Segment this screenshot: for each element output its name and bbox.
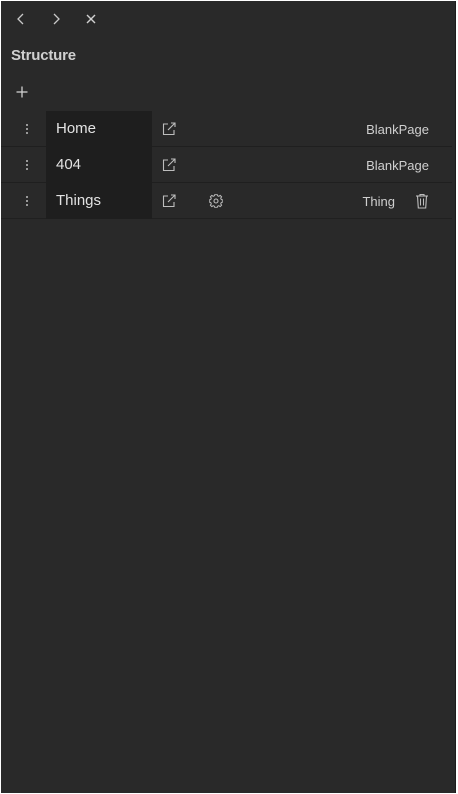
panel-title: Structure <box>11 47 76 64</box>
add-item-button[interactable] <box>11 81 33 103</box>
panel-toolbar <box>9 7 114 31</box>
item-name: 404 <box>56 156 82 173</box>
chevron-left-icon <box>17 13 24 25</box>
item-type: BlankPage <box>366 122 429 137</box>
gear-icon[interactable] <box>209 194 223 208</box>
trash-icon[interactable] <box>415 193 429 209</box>
structure-panel: Structure Home BlankPage 404 BlankPage T… <box>1 1 456 793</box>
item-type: BlankPage <box>366 158 429 173</box>
close-icon <box>86 14 96 24</box>
open-external-icon[interactable] <box>161 121 177 137</box>
item-name-field[interactable]: Things <box>46 183 152 219</box>
close-button[interactable] <box>79 7 103 31</box>
plus-icon <box>16 86 28 98</box>
list-item: 404 BlankPage <box>1 147 452 183</box>
item-name: Things <box>56 192 102 209</box>
item-type: Thing <box>362 194 395 209</box>
list-item: Home BlankPage <box>1 111 452 147</box>
structure-list: Home BlankPage 404 BlankPage Things Thin… <box>1 111 452 219</box>
chevron-right-icon <box>53 13 60 25</box>
back-button[interactable] <box>9 7 33 31</box>
drag-handle-icon[interactable] <box>23 194 31 208</box>
drag-handle-icon[interactable] <box>23 158 31 172</box>
open-external-icon[interactable] <box>161 157 177 173</box>
forward-button[interactable] <box>44 7 68 31</box>
open-external-icon[interactable] <box>161 193 177 209</box>
item-name: Home <box>56 120 97 137</box>
drag-handle-icon[interactable] <box>23 122 31 136</box>
item-name-field[interactable]: Home <box>46 111 152 147</box>
item-name-field[interactable]: 404 <box>46 147 152 183</box>
list-item: Things Thing <box>1 183 452 219</box>
